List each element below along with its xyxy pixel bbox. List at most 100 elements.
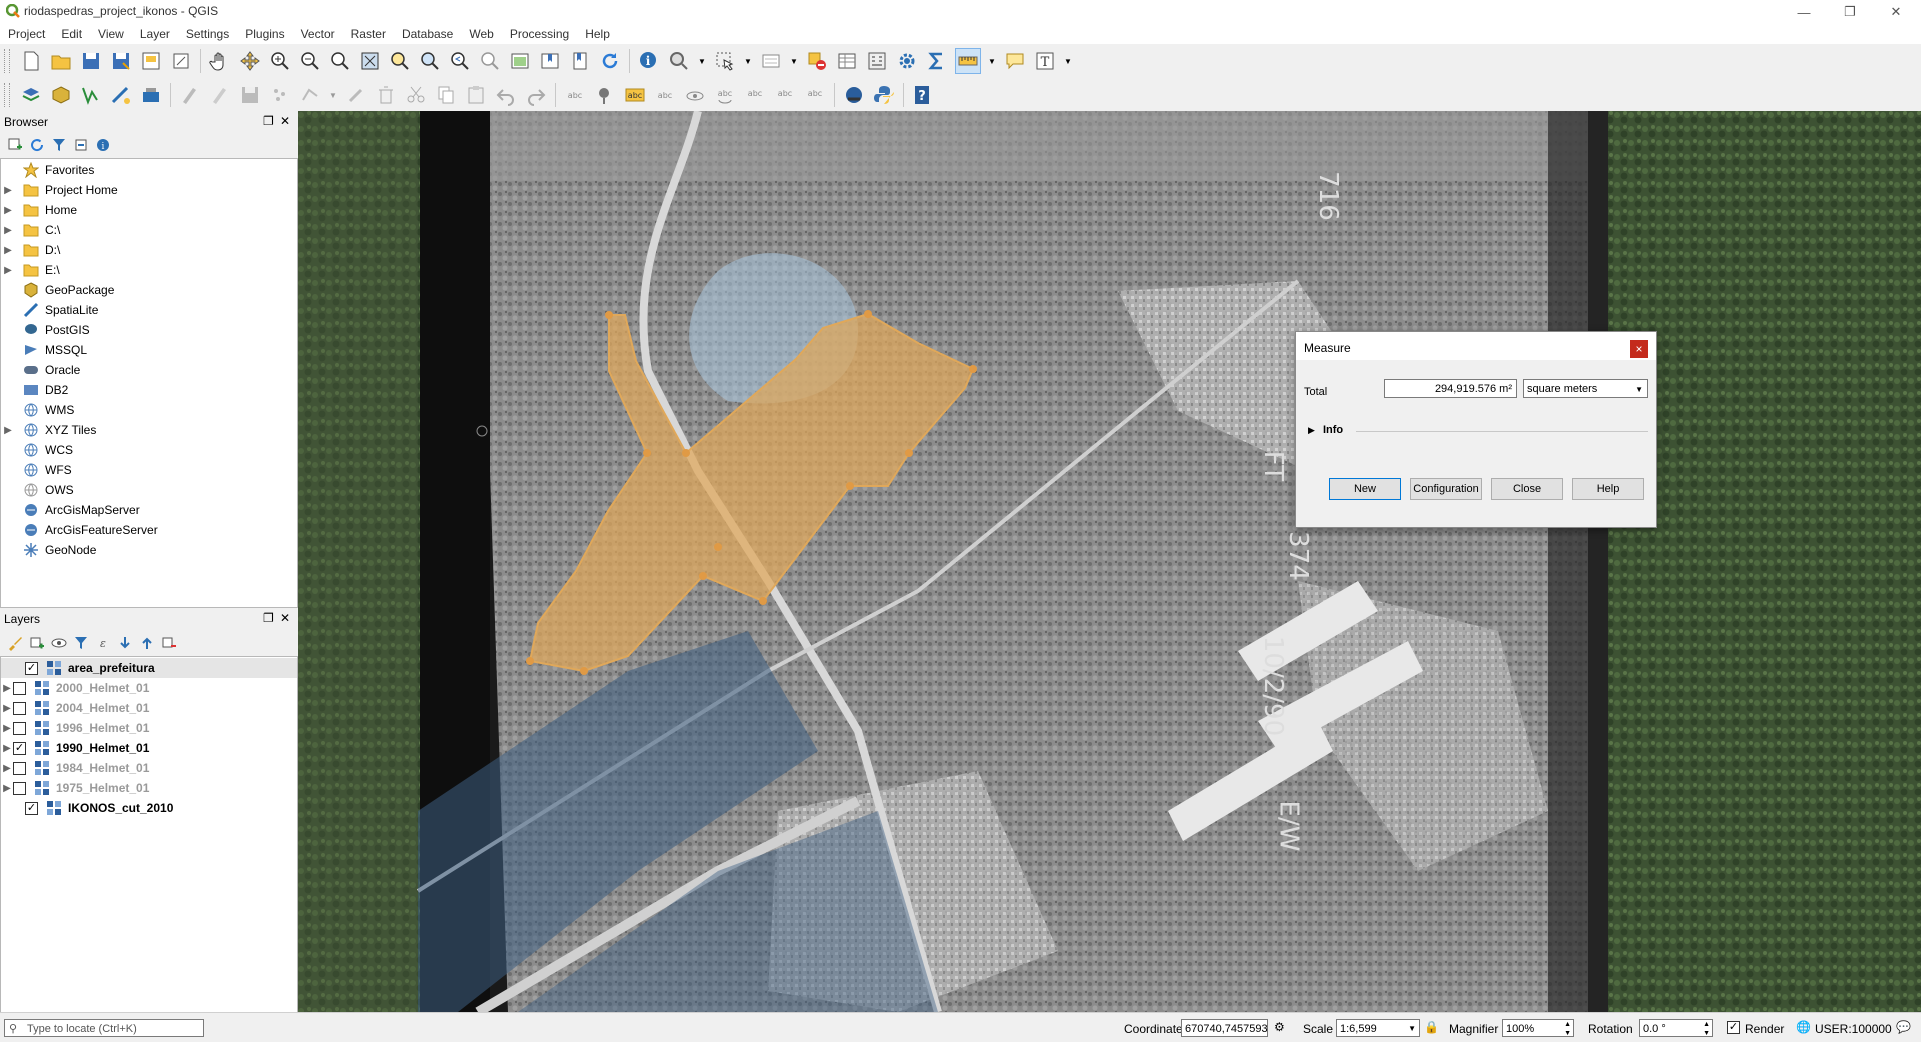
info-expander[interactable]: ▶ Info [1308, 424, 1343, 436]
browser-item-mssql[interactable]: MSSQL [1, 340, 297, 360]
menu-help[interactable]: Help [577, 24, 618, 44]
browser-item-postgis[interactable]: PostGIS [1, 320, 297, 340]
paste-features-button[interactable] [464, 83, 488, 107]
browser-item-e-drive[interactable]: ▶ E:\ [1, 260, 297, 280]
float-panel-icon[interactable]: ❐ [263, 114, 274, 128]
browser-item-ows[interactable]: OWS [1, 480, 297, 500]
save-edits-button[interactable] [238, 83, 262, 107]
identify-button[interactable]: i [637, 49, 661, 73]
new-spatialite-layer-button[interactable] [109, 83, 133, 107]
scale-combobox[interactable]: 1:6,599 ▼ [1336, 1019, 1420, 1037]
expand-all-button[interactable] [116, 634, 134, 652]
expand-arrow-icon[interactable]: ▶ [1, 743, 13, 754]
layer-item-2004-helmet[interactable]: ▶ 2004_Helmet_01 [1, 698, 297, 718]
data-source-manager-button[interactable] [19, 83, 43, 107]
action-dropdown[interactable]: ▼ [697, 49, 707, 73]
expand-arrow-icon[interactable]: ▶ [1, 783, 13, 794]
layer-item-1975-helmet[interactable]: ▶ 1975_Helmet_01 [1, 778, 297, 798]
delete-selected-button[interactable] [374, 83, 398, 107]
copy-features-button[interactable] [434, 83, 458, 107]
run-feature-action-button[interactable] [667, 49, 691, 73]
menu-vector[interactable]: Vector [293, 24, 343, 44]
browser-item-favorites[interactable]: Favorites [1, 160, 297, 180]
browser-item-project-home[interactable]: ▶ Project Home [1, 180, 297, 200]
toggle-editing-button[interactable] [208, 83, 232, 107]
layer-item-2000-helmet[interactable]: ▶ 2000_Helmet_01 [1, 678, 297, 698]
expand-arrow-icon[interactable]: ▶ [1, 245, 15, 256]
refresh-button[interactable] [598, 49, 622, 73]
extents-toggle-icon[interactable]: ⚙ [1274, 1020, 1285, 1034]
unit-select[interactable]: square meters ▼ [1523, 379, 1648, 398]
browser-item-geonode[interactable]: GeoNode [1, 540, 297, 560]
zoom-full-button[interactable] [358, 49, 382, 73]
toolbar-grip[interactable] [4, 49, 10, 73]
expand-arrow-icon[interactable]: ▶ [1, 763, 13, 774]
close-button[interactable]: Close [1491, 478, 1563, 500]
messages-icon[interactable]: 💬 [1896, 1020, 1911, 1034]
menu-processing[interactable]: Processing [502, 24, 577, 44]
new-button[interactable]: New [1329, 478, 1401, 500]
move-label-button[interactable]: abc [653, 83, 677, 107]
layout-manager-button[interactable] [169, 49, 193, 73]
zoom-native-button[interactable] [328, 49, 352, 73]
label-properties-button[interactable]: abc [803, 83, 827, 107]
expand-arrow-icon[interactable]: ▶ [1, 683, 13, 694]
browser-item-c-drive[interactable]: ▶ C:\ [1, 220, 297, 240]
filter-legend-button[interactable] [72, 634, 90, 652]
help-button[interactable]: Help [1572, 478, 1644, 500]
layer-item-ikonos[interactable]: ✓ IKONOS_cut_2010 [1, 798, 297, 818]
coordinate-field[interactable]: 670740,7457593 [1181, 1019, 1268, 1037]
menu-plugins[interactable]: Plugins [237, 24, 292, 44]
toolbox-button[interactable] [895, 49, 919, 73]
change-label-button[interactable]: abc [743, 83, 767, 107]
crs-globe-icon[interactable]: 🌐 [1796, 1020, 1811, 1034]
browser-item-oracle[interactable]: Oracle [1, 360, 297, 380]
field-calculator-button[interactable] [865, 49, 889, 73]
browser-item-wcs[interactable]: WCS [1, 440, 297, 460]
browser-item-wfs[interactable]: WFS [1, 460, 297, 480]
new-geopackage-layer-button[interactable] [49, 83, 73, 107]
select-features-button[interactable] [713, 49, 737, 73]
rotate-label-button[interactable]: abc [713, 83, 737, 107]
zoom-next-button[interactable] [478, 49, 502, 73]
new-project-button[interactable] [19, 49, 43, 73]
browser-refresh-button[interactable] [28, 136, 46, 154]
menu-layer[interactable]: Layer [132, 24, 178, 44]
properties-button[interactable]: i [94, 136, 112, 154]
vertex-dropdown[interactable]: ▼ [328, 83, 338, 107]
browser-item-arcgis-featureserver[interactable]: ArcGisFeatureServer [1, 520, 297, 540]
menu-database[interactable]: Database [394, 24, 461, 44]
toolbar-grip[interactable] [4, 83, 10, 107]
new-print-layout-button[interactable] [139, 49, 163, 73]
layer-visibility-checkbox[interactable] [13, 761, 26, 775]
layer-item-1996-helmet[interactable]: ▶ 1996_Helmet_01 [1, 718, 297, 738]
new-shapefile-layer-button[interactable] [79, 83, 103, 107]
filter-by-expression-button[interactable]: ε [94, 634, 112, 652]
save-as-button[interactable] [109, 49, 133, 73]
vertex-tool-button[interactable] [298, 83, 322, 107]
remove-layer-button[interactable] [160, 634, 178, 652]
cut-features-button[interactable] [404, 83, 428, 107]
highlight-labels-button[interactable]: abc [623, 83, 647, 107]
browser-item-xyz-tiles[interactable]: ▶ XYZ Tiles [1, 420, 297, 440]
layer-item-area-prefeitura[interactable]: ✓ area_prefeitura [1, 658, 297, 678]
annotation-dropdown[interactable]: ▼ [1063, 49, 1073, 73]
select-dropdown[interactable]: ▼ [743, 49, 753, 73]
modify-attributes-button[interactable] [344, 83, 368, 107]
current-edits-button[interactable] [178, 83, 202, 107]
layer-visibility-checkbox[interactable]: ✓ [25, 801, 38, 815]
pin-labels-button[interactable] [593, 83, 617, 107]
magnifier-spinbox[interactable]: 100% ▲ ▼ [1502, 1019, 1574, 1037]
digitize-point-button[interactable] [268, 83, 292, 107]
layer-visibility-checkbox[interactable]: ✓ [25, 661, 38, 675]
layer-visibility-checkbox[interactable]: ✓ [13, 741, 26, 755]
filter-browser-button[interactable] [50, 136, 68, 154]
minimize-button[interactable]: — [1781, 0, 1827, 24]
close-panel-icon[interactable]: ✕ [280, 611, 290, 625]
layer-visibility-checkbox[interactable] [13, 701, 26, 715]
zoom-to-selection-button[interactable] [388, 49, 412, 73]
undo-button[interactable] [494, 83, 518, 107]
layer-item-1990-helmet[interactable]: ▶ ✓ 1990_Helmet_01 [1, 738, 297, 758]
zoom-in-button[interactable] [268, 49, 292, 73]
menu-view[interactable]: View [90, 24, 132, 44]
